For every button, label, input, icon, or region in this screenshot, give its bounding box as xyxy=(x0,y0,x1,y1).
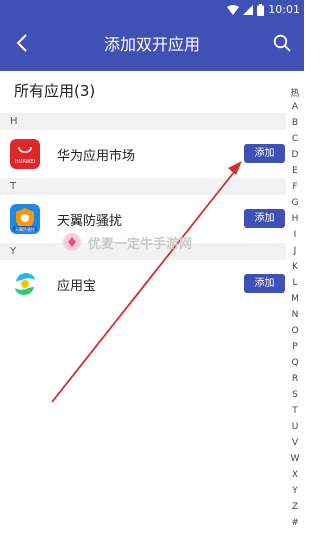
watermark-logo-icon xyxy=(62,232,82,252)
watermark: 优麦一定牛手游网 xyxy=(62,231,192,253)
page-title: 添加双开应用 xyxy=(103,35,200,54)
signal-icon xyxy=(243,4,254,15)
index-letter-t[interactable]: T xyxy=(286,406,304,416)
app-name: 应用宝 xyxy=(57,279,97,294)
index-letter-h[interactable]: H xyxy=(286,214,304,224)
index-letter-y[interactable]: Y xyxy=(286,486,304,496)
add-button-yingyongbao[interactable]: 添加 xyxy=(244,274,285,293)
index-letter-a[interactable]: A xyxy=(286,102,304,112)
index-letter-i[interactable]: I xyxy=(286,230,304,240)
huawei-appgallery-icon: HUAWEI xyxy=(10,139,40,169)
status-icons: 10:01 xyxy=(227,2,300,17)
index-letter-l[interactable]: L xyxy=(286,278,304,288)
group-header-t: T xyxy=(0,178,286,195)
index-letter-w[interactable]: W xyxy=(286,454,304,464)
status-bar: 10:01 xyxy=(0,0,304,19)
alphabet-index-bar[interactable]: 热 A B C D E F G H I J K L M N O P Q R S … xyxy=(286,86,304,541)
section-title: 所有应用(3) xyxy=(14,82,96,100)
index-letter-u[interactable]: U xyxy=(286,422,304,432)
index-letter-q[interactable]: Q xyxy=(286,358,304,368)
tianyi-antiharass-icon: 天翼防骚扰 xyxy=(10,204,40,234)
index-letter-n[interactable]: N xyxy=(286,310,304,320)
yingyongbao-icon xyxy=(10,269,40,299)
app-row-huawei-appgallery: HUAWEI 华为应用市场 添加 xyxy=(0,130,286,178)
index-letter-p[interactable]: P xyxy=(286,342,304,352)
wifi-icon xyxy=(227,4,240,15)
app-bar: 添加双开应用 xyxy=(0,19,304,71)
tianyi-icon-text: 天翼防骚扰 xyxy=(15,226,35,232)
index-letter-d[interactable]: D xyxy=(286,150,304,160)
status-time: 10:01 xyxy=(268,3,300,16)
index-letter-hot[interactable]: 热 xyxy=(286,86,304,99)
app-name: 天翼防骚扰 xyxy=(57,214,123,229)
index-letter-f[interactable]: F xyxy=(286,182,304,192)
index-letter-hash[interactable]: # xyxy=(286,518,304,528)
watermark-text: 优麦一定牛手游网 xyxy=(88,236,193,252)
app-name: 华为应用市场 xyxy=(57,149,136,164)
index-letter-m[interactable]: M xyxy=(286,294,304,304)
huawei-icon-text: HUAWEI xyxy=(15,159,35,165)
add-button-huawei-appgallery[interactable]: 添加 xyxy=(244,144,285,163)
index-letter-c[interactable]: C xyxy=(286,134,304,144)
index-letter-j[interactable]: J xyxy=(286,246,304,256)
search-button[interactable] xyxy=(268,31,296,59)
index-letter-o[interactable]: O xyxy=(286,326,304,336)
index-letter-z[interactable]: Z xyxy=(286,502,304,512)
search-icon xyxy=(273,34,291,56)
index-letter-b[interactable]: B xyxy=(286,118,304,128)
index-letter-e[interactable]: E xyxy=(286,166,304,176)
battery-icon xyxy=(257,3,265,16)
index-letter-r[interactable]: R xyxy=(286,374,304,384)
index-letter-v[interactable]: V xyxy=(286,438,304,448)
app-row-yingyongbao: 应用宝 添加 xyxy=(0,260,286,308)
index-letter-x[interactable]: X xyxy=(286,470,304,480)
index-letter-g[interactable]: G xyxy=(286,198,304,208)
index-letter-s[interactable]: S xyxy=(286,390,304,400)
add-button-tianyi-antiharass[interactable]: 添加 xyxy=(244,209,285,228)
index-letter-k[interactable]: K xyxy=(286,262,304,272)
group-header-h: H xyxy=(0,113,286,130)
